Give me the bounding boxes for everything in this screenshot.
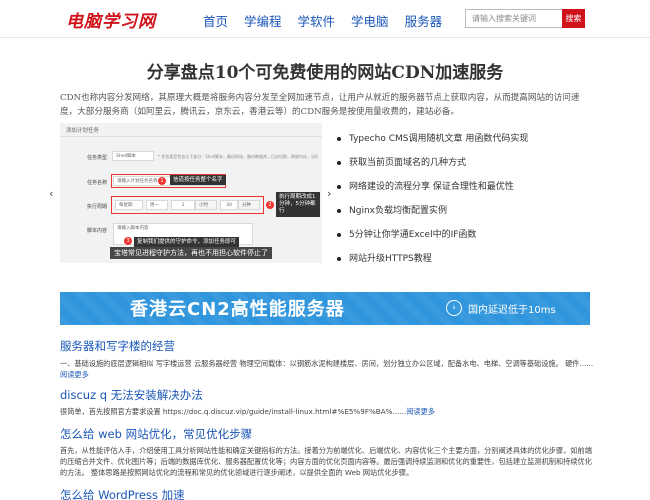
site-logo[interactable]: 电脑学习网 [66,7,156,32]
article-item: 怎么给 web 网站优化，常见优化步骤 首先，从性能评估入手，介绍使用工具分析网… [60,426,595,478]
slider-caption-text: 宝塔常见进程守护方法，再也不用担心软件停止了 [110,247,272,259]
article-title[interactable]: 怎么给 WordPress 加速 [60,487,595,500]
list-item[interactable]: Nginx负载均衡配置实例 [337,204,577,228]
list-item[interactable]: 网站升级HTTPS教程 [337,252,577,276]
excerpt-text: 很简单，首先按照官方要求设置 https://doc.q.discuz.vip/… [60,407,407,416]
search-button[interactable]: 搜索 [562,9,585,28]
article-excerpt: 一、基础设施的底层逻辑相似 写字楼运营 云服务器经营 物理空间载体：以钢筋水泥构… [60,358,595,380]
main-nav: 首页 学编程 学软件 学电脑 服务器 [203,11,458,30]
excerpt-text: 首先，从性能评估入手，介绍使用工具分析网站性能和确定关键指标的方法。接着分为前端… [60,446,592,477]
period-min-label: 分钟 [238,200,260,210]
task-type-hint: * 任务类型包含以下部分：Shell脚本，备份网站，备份数据库，日志切割，释放内… [158,154,318,159]
article-item: 怎么给 WordPress 加速 [60,487,595,500]
article-excerpt: 很简单，首先按照官方要求设置 https://doc.q.discuz.vip/… [60,406,595,417]
task-type-select: Shell脚本 [112,151,154,161]
article-title[interactable]: 服务器和写字楼的经营 [60,338,595,354]
article-item: discuz q 无法安装解决办法 很简单，首先按照官方要求设置 https:/… [60,387,595,417]
article-title[interactable]: 怎么给 web 网站优化，常见优化步骤 [60,426,595,442]
period-num-input: 1 [171,200,195,210]
article-title[interactable]: discuz q 无法安装解决办法 [60,387,595,403]
page-title: 分享盘点10个可免费使用的网站CDN加速服务 [146,63,504,83]
read-more-link[interactable]: 阅读更多 [60,370,89,379]
period-day-select: 周一 [146,200,168,210]
list-item[interactable]: 获取当前页面域名的几种方式 [337,156,577,180]
list-item[interactable]: 5分钟让你学通Excel中的IF函数 [337,228,577,252]
nav-software[interactable]: 学软件 [298,11,336,30]
image-slider: 添加计划任务 任务类型 Shell脚本 * 任务类型包含以下部分：Shell脚本… [60,123,322,263]
ad-banner[interactable]: 香港云CN2高性能服务器 › 国内延迟低于10ms [60,292,590,325]
excerpt-text: 一、基础设施的底层逻辑相似 写字楼运营 云服务器经营 物理空间载体：以钢筋水泥构… [60,359,594,368]
row-label-task-type: 任务类型 [87,155,108,161]
step-marker: 2 [266,201,274,209]
list-item[interactable]: 网络建设的流程分享 保证合理性和最优性 [337,180,577,204]
step-marker: 3 [124,237,132,245]
tip-label: 信道按任务整个名字 [170,175,226,185]
row-label-script: 脚本内容 [87,228,108,234]
period-hour-label: 小时 [195,200,217,210]
site-header: 电脑学习网 首页 学编程 学软件 学电脑 服务器 搜索 [0,0,650,38]
article-intro: CDN也称内容分发网络，其原理大概是将服务内容分发至全网加速节点，让用户从就近的… [60,93,580,117]
period-select: 每星期 [115,200,143,210]
article-item: 服务器和写字楼的经营 一、基础设施的底层逻辑相似 写字楼运营 云服务器经营 物理… [60,338,595,380]
row-label-task-name: 任务名称 [87,180,108,186]
form-title: 添加计划任务 [66,128,100,134]
nav-computer[interactable]: 学电脑 [351,11,389,30]
row-label-period: 执行周期 [87,204,108,210]
list-item[interactable]: Typecho CMS调用随机文章 用函数代码实现 [337,132,577,156]
banner-title: 香港云CN2高性能服务器 [130,299,345,320]
arrow-right-icon: › [446,300,462,316]
period-min-input: 30 [220,200,238,210]
tip-label: 复制我们提供的守护命令，添加任务即可 [134,237,240,247]
form-divider [60,136,322,137]
slider-prev-icon[interactable]: ‹ [49,187,53,200]
related-articles-list: Typecho CMS调用随机文章 用函数代码实现 获取当前页面域名的几种方式 … [337,132,577,276]
nav-programming[interactable]: 学编程 [244,11,282,30]
step-marker: 1 [158,177,166,185]
slider-caption: 宝塔常见进程守护方法，再也不用担心软件停止了 [60,247,322,259]
read-more-link[interactable]: 阅读更多 [406,407,435,416]
slider-next-icon[interactable]: › [327,187,331,200]
tip-label: 执行周期改成1分钟，5分钟都行 [276,192,320,217]
nav-home[interactable]: 首页 [203,11,228,30]
nav-server[interactable]: 服务器 [405,11,443,30]
article-excerpt: 首先，从性能评估入手，介绍使用工具分析网站性能和确定关键指标的方法。接着分为前端… [60,445,595,478]
banner-subtitle: 国内延迟低于10ms [468,305,556,316]
